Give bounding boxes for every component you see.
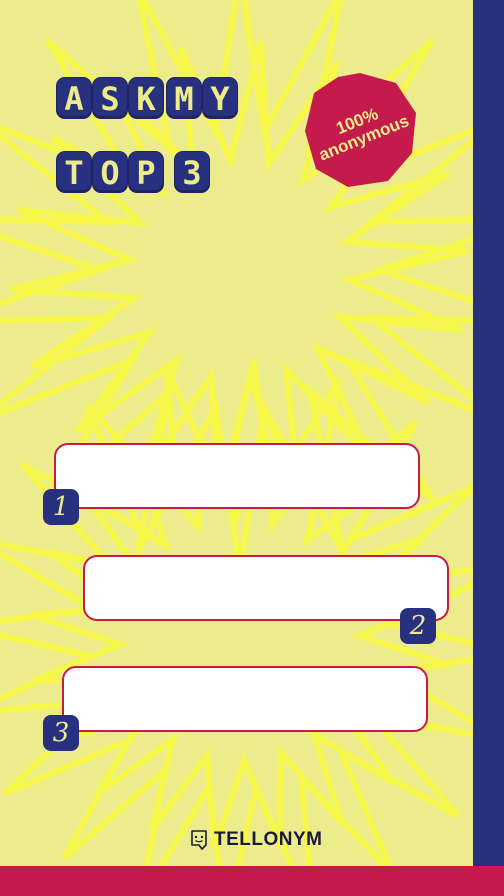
number-badge-2: 2 (400, 608, 436, 644)
number-badge-3: 3 (43, 715, 79, 751)
tellonym-face-icon (191, 830, 207, 850)
title-tile: P (128, 151, 164, 193)
title-tile: M (166, 77, 202, 119)
brand-name: TELLONYM (214, 829, 323, 850)
title-tile: A (56, 77, 92, 119)
answer-field-2[interactable] (83, 555, 449, 621)
answer-field-3[interactable] (62, 666, 428, 732)
number-badge-1: 1 (43, 489, 79, 525)
bottom-band (0, 866, 504, 896)
title-row-ask-my: A S K M Y (56, 77, 238, 119)
title-tile: 3 (174, 151, 210, 193)
title-tile: S (92, 77, 128, 119)
tellonym-logo: TELLONYM (190, 829, 323, 851)
side-band (473, 0, 504, 866)
title-tile: O (92, 151, 128, 193)
title-tile: K (128, 77, 164, 119)
title-tile: Y (202, 77, 238, 119)
title-row-top-3: T O P 3 (56, 151, 210, 193)
title-tile: T (56, 151, 92, 193)
answer-field-1[interactable] (54, 443, 420, 509)
